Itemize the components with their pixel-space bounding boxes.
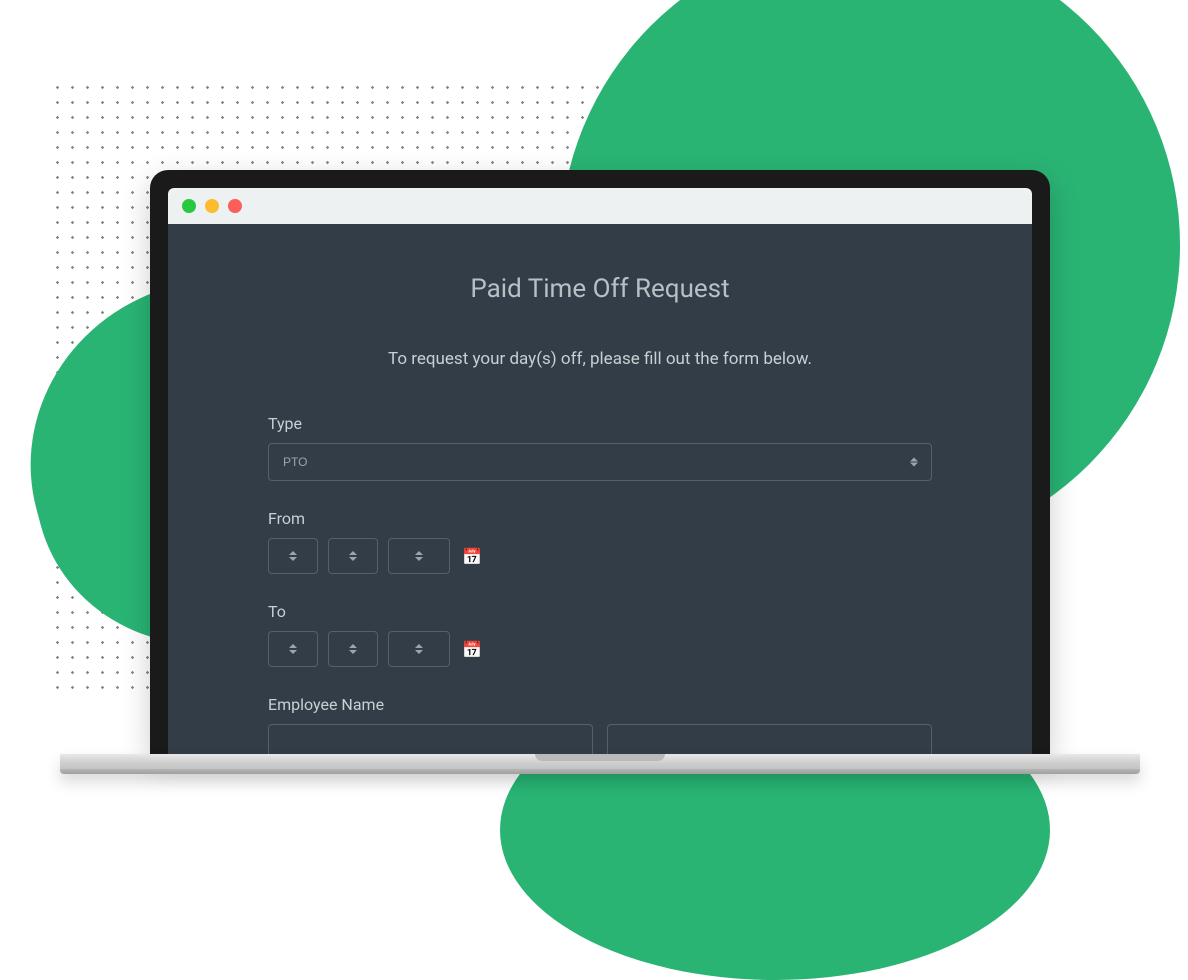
from-day-select[interactable] <box>328 538 378 574</box>
select-arrows-icon <box>349 551 357 561</box>
from-date-row: 📅 <box>268 538 932 574</box>
employee-name-label: Employee Name <box>268 695 932 714</box>
select-arrows-icon <box>415 551 423 561</box>
from-field-group: From <box>268 509 932 574</box>
to-month-select[interactable] <box>268 631 318 667</box>
page-subtitle: To request your day(s) off, please fill … <box>268 349 932 369</box>
to-year-select[interactable] <box>388 631 450 667</box>
laptop-frame: Paid Time Off Request To request your da… <box>120 170 1080 774</box>
employee-first-name-input[interactable] <box>268 724 593 754</box>
calendar-icon[interactable]: 📅 <box>462 547 482 566</box>
select-arrows-icon <box>349 644 357 654</box>
type-select-wrapper: PTO <box>268 443 932 481</box>
to-date-row: 📅 <box>268 631 932 667</box>
from-month-select[interactable] <box>268 538 318 574</box>
laptop-screen: Paid Time Off Request To request your da… <box>150 170 1050 754</box>
calendar-icon[interactable]: 📅 <box>462 640 482 659</box>
type-select[interactable]: PTO <box>268 443 932 481</box>
to-field-group: To <box>268 602 932 667</box>
traffic-light-maximize-icon[interactable] <box>228 199 242 213</box>
browser-chrome-bar <box>168 188 1032 224</box>
laptop-notch <box>535 754 665 761</box>
from-label: From <box>268 509 932 528</box>
select-arrows-icon <box>289 644 297 654</box>
laptop-base <box>60 754 1140 774</box>
page-title: Paid Time Off Request <box>268 274 932 304</box>
type-field-group: Type PTO <box>268 414 932 481</box>
traffic-light-minimize-icon[interactable] <box>205 199 219 213</box>
to-label: To <box>268 602 932 621</box>
select-arrows-icon <box>415 644 423 654</box>
type-label: Type <box>268 414 932 433</box>
from-year-select[interactable] <box>388 538 450 574</box>
to-day-select[interactable] <box>328 631 378 667</box>
employee-name-field-group: Employee Name <box>268 695 932 754</box>
select-arrows-icon <box>289 551 297 561</box>
traffic-light-close-icon[interactable] <box>182 199 196 213</box>
employee-name-row <box>268 724 932 754</box>
employee-last-name-input[interactable] <box>607 724 932 754</box>
form-container: Paid Time Off Request To request your da… <box>168 224 1032 754</box>
